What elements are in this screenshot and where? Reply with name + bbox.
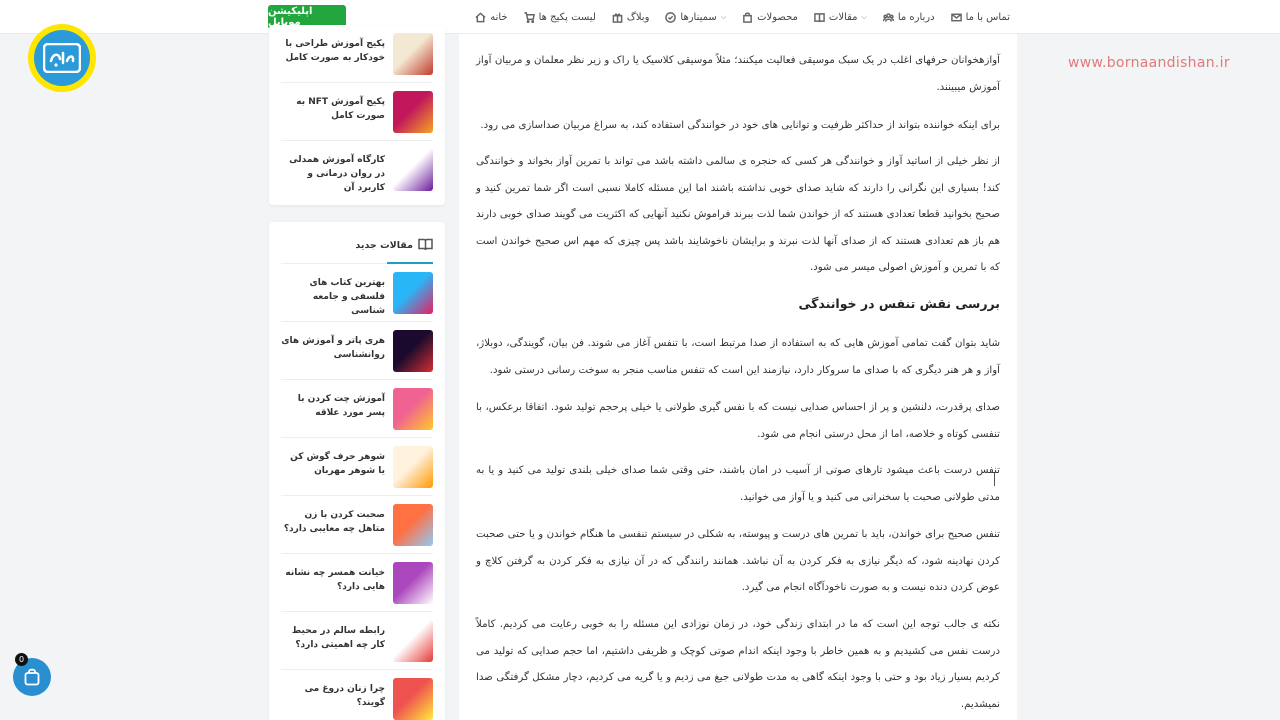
article-paragraph: آوازهخوانان حرفهای اغلب در یک سبک موسیقی… [476,55,1000,93]
nav-label: درباره ما [897,11,935,23]
article-thumbnail [393,446,433,488]
nav-label: وبلاگ [626,11,650,23]
gift-icon [612,12,623,23]
article-paragraph: نکته ی جالب توجه این است که ما در ابتدای… [476,619,1000,710]
site-logo[interactable] [28,24,96,92]
nav-label: تماس با ما [965,11,1010,23]
text-cursor [994,473,995,486]
list-item[interactable]: بهترین کتاب های فلسفی و جامعه شناسی [281,264,433,322]
article-thumbnail [393,330,433,372]
list-item[interactable]: چرا زنان دروغ می گویند؟ [281,670,433,720]
new-articles-header: مقالات جدید [281,222,433,264]
article-heading: بررسی نقش تنفس در خوانندگی [798,296,1000,311]
nav-label: مقالات [828,11,858,23]
article-paragraph: صدای پرقدرت، دلنشین و پر از احساس صدایی … [476,402,1000,440]
list-item[interactable]: شوهر حرف گوش کن یا شوهر مهربان [281,438,433,496]
article-title[interactable]: صحبت کردن با زن متاهل چه معایبی دارد؟ [281,508,385,536]
article-content: آوازهخوانان حرفهای اغلب در یک سبک موسیقی… [459,34,1017,720]
nav-blog[interactable]: وبلاگ [612,11,650,23]
article-title[interactable]: شوهر حرف گوش کن یا شوهر مهربان [281,450,385,478]
sidebar-packages: پکیج آموزش طراحی با خودکار به صورت کامل … [269,25,445,205]
shopping-bag-icon [24,668,40,686]
list-item[interactable]: پکیج آموزش NFT به صورت کامل [281,83,433,141]
book-open-icon [418,238,433,251]
nav-contact[interactable]: تماس با ما [950,11,1010,23]
nav-seminars[interactable]: سمینارها ⌵ [665,12,726,23]
nav-articles[interactable]: مقالات ⌵ [814,12,867,23]
nav-label: لیست پکیج ها [538,11,596,23]
package-title[interactable]: پکیج آموزش NFT به صورت کامل [281,95,385,123]
article-paragraph: برای اینکه خواننده بتواند از حداکثر ظرفی… [480,120,1000,131]
article-thumbnail [393,504,433,546]
package-title[interactable]: کارگاه آموزش همدلی در روان درمانی و کارب… [281,153,385,195]
chevron-down-icon: ⌵ [720,12,727,21]
cart-count-badge: 0 [15,653,28,666]
sidebar-new-articles: مقالات جدید بهترین کتاب های فلسفی و جامع… [269,222,445,720]
home-icon [475,11,486,22]
article-thumbnail [393,620,433,662]
article-title[interactable]: هری پاتر و آموزش های روانشناسی [281,334,385,362]
list-item[interactable]: خیانت همسر چه نشانه هایی دارد؟ [281,554,433,612]
article-title[interactable]: بهترین کتاب های فلسفی و جامعه شناسی [281,276,385,318]
site-watermark: www.bornaandishan.ir [1068,55,1230,71]
mail-icon [950,13,962,21]
list-item[interactable]: هری پاتر و آموزش های روانشناسی [281,322,433,380]
article-thumbnail [393,272,433,314]
bag-icon [743,12,753,23]
article-thumbnail [393,388,433,430]
article-title[interactable]: خیانت همسر چه نشانه هایی دارد؟ [281,566,385,594]
article-title[interactable]: رابطه سالم در محیط کار چه اهمیتی دارد؟ [281,624,385,652]
section-title: مقالات جدید [355,240,413,251]
nav-label: سمینارها [680,11,717,23]
list-item[interactable]: آموزش چت کردن با پسر مورد علاقه [281,380,433,438]
logo-mark-icon [43,43,81,73]
nav-label: محصولات [757,11,798,23]
article-paragraph: از نظر خیلی از اساتید آواز و خوانندگی هر… [476,156,1000,273]
nav-label: خانه [490,11,508,23]
article-thumbnail [393,678,433,720]
package-thumbnail [393,149,433,191]
cart-icon [524,11,535,23]
nav-about[interactable]: درباره ما [882,11,935,23]
nav-home[interactable]: خانه [475,11,508,23]
article-paragraph: تنفس صحیح برای خواندن، باید با تمرین های… [476,529,1000,593]
package-thumbnail [393,33,433,75]
nav-products[interactable]: محصولات [742,12,798,23]
article-paragraph: تنفس درست باعث میشود تارهای صوتی از آسیب… [476,465,1000,503]
chevron-down-icon: ⌵ [861,12,867,21]
list-item[interactable]: کارگاه آموزش همدلی در روان درمانی و کارب… [281,141,433,199]
top-navbar: خانه لیست پکیج ها وبلاگ سمینارها ⌵ محصول… [0,0,1280,34]
article-thumbnail [393,562,433,604]
article-title[interactable]: چرا زنان دروغ می گویند؟ [281,682,385,710]
list-item[interactable]: رابطه سالم در محیط کار چه اهمیتی دارد؟ [281,612,433,670]
article-title[interactable]: آموزش چت کردن با پسر مورد علاقه [281,392,385,420]
users-icon [882,12,894,22]
list-item[interactable]: صحبت کردن با زن متاهل چه معایبی دارد؟ [281,496,433,554]
check-circle-icon [665,11,677,23]
package-thumbnail [393,91,433,133]
nav-packages[interactable]: لیست پکیج ها [524,12,596,23]
list-item[interactable]: پکیج آموزش طراحی با خودکار به صورت کامل [281,25,433,83]
article-paragraph: شاید بتوان گفت تمامی آموزش هایی که به اس… [476,338,1000,376]
book-icon [814,12,825,22]
package-title[interactable]: پکیج آموزش طراحی با خودکار به صورت کامل [281,37,385,65]
main-menu: خانه لیست پکیج ها وبلاگ سمینارها ⌵ محصول… [475,0,1010,34]
